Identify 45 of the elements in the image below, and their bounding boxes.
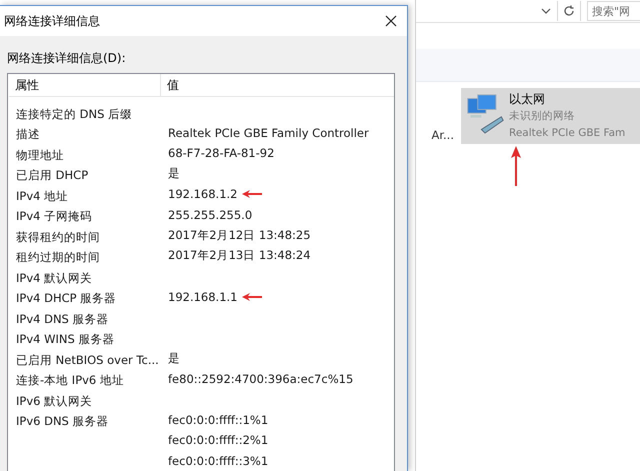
property-cell-text: 描述 [15, 127, 40, 142]
property-cell-text: 已启用 DHCP [15, 168, 88, 182]
property-cell-text: 获得租约的时间 [15, 230, 100, 244]
property-cell-text: IPv4 DHCP 服务器 [15, 291, 116, 306]
property-cell-text: IPv6 默认网关 [15, 394, 92, 408]
value-cell-text: Realtek PCIe GBE Family Controller [167, 126, 369, 140]
value-cell-text: 255.255.255.0 [167, 208, 252, 222]
value-cell-text: 192.168.1.2 [167, 187, 238, 202]
value-cell-text: 是 [167, 350, 180, 366]
value-cell-text: 68-F7-28-FA-81-92 [167, 146, 274, 160]
value-cell-text: fec0:0:0:ffff::1%1 [167, 412, 268, 427]
search-field[interactable]: 搜索"网 [587, 1, 640, 21]
property-cell-text: 连接特定的 DNS 后缀 [15, 106, 132, 121]
value-cell-text: 192.168.1.1 [167, 290, 238, 304]
value-cell-text: 是 [167, 166, 180, 182]
arrow-icon [242, 190, 262, 198]
property-cell-text: IPv4 DNS 服务器 [15, 312, 109, 326]
column-header[interactable]: 值 [161, 74, 394, 96]
value-cell-text: 2017年2月12日 13:48:25 [167, 228, 311, 243]
property-cell-text: 物理地址 [15, 148, 64, 162]
item-label[interactable]: Ar... [416, 128, 454, 142]
property-cell-text: 已启用 NetBIOS over Tc... [15, 352, 159, 367]
adapter-device: Realtek PCIe GBE Fam [509, 126, 626, 141]
property-cell-text: 连接-本地 IPv6 地址 [15, 373, 124, 388]
property-cell-text: 租约过期的时间 [15, 250, 100, 264]
list-label: 网络连接详细信息(D): [7, 50, 126, 67]
chevron-down-icon[interactable] [541, 7, 551, 15]
property-cell-text: IPv4 WINS 服务器 [15, 332, 114, 346]
close-icon[interactable] [385, 15, 397, 27]
property-cell-text: IPv6 DNS 服务器 [15, 414, 109, 428]
value-cell-text: 2017年2月13日 13:48:24 [167, 248, 311, 264]
property-cell-text: IPv4 子网掩码 [15, 209, 92, 224]
value-cell-text: fe80::2592:4700:396a:ec7c%15 [167, 372, 354, 386]
value-cell-text: fec0:0:0:ffff::2%1 [167, 433, 268, 448]
value-cell-text: fec0:0:0:ffff::3%1 [167, 454, 268, 468]
property-cell-text: IPv4 地址 [15, 188, 68, 203]
refresh-button[interactable] [557, 1, 581, 21]
adapter-name: 以太网 [509, 91, 545, 108]
adapter-item[interactable]: 以太网 未识别的网络 Realtek PCIe GBE Fam [461, 88, 640, 144]
column-header[interactable]: 属性 [9, 74, 161, 96]
property-cell-text: IPv4 默认网关 [15, 270, 92, 285]
refresh-icon [563, 5, 575, 17]
adapter-status: 未识别的网络 [509, 109, 575, 124]
arrow-icon [242, 292, 262, 301]
window-title: 网络连接详细信息 [4, 12, 100, 30]
